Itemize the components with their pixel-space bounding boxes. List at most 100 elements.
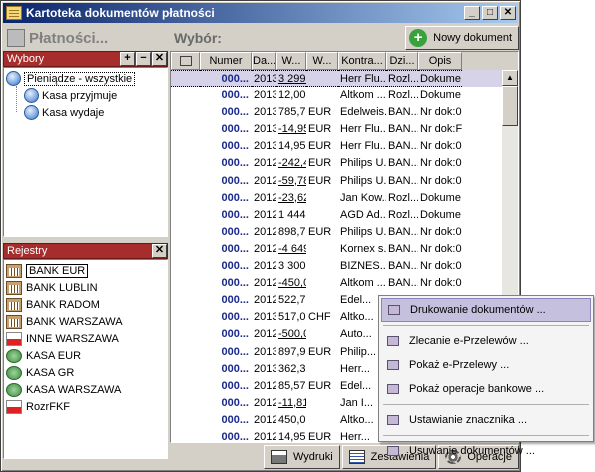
remove-choice-button[interactable]: − (136, 52, 151, 66)
register-item[interactable]: RozrFKF (6, 398, 165, 415)
register-item[interactable]: BANK WARSZAWA (6, 313, 165, 330)
table-cell: 85,57 (278, 379, 306, 392)
table-cell: Nr dok:0... (420, 106, 462, 119)
print-button[interactable]: Wydruki (264, 445, 340, 469)
menu-item-icon (388, 305, 400, 315)
context-menu-item[interactable]: Pokaż operacje bankowe ... (381, 377, 591, 401)
table-row[interactable]: 000... 2012...898,76EUR Philips U...BAN...… (171, 224, 518, 241)
register-item[interactable]: BANK RADOM (6, 296, 165, 313)
table-cell: 2012... (254, 225, 276, 238)
menu-item-icon (387, 446, 399, 456)
menu-item-label: Ustawianie znacznika ... (409, 414, 527, 426)
column-header[interactable]: W... (306, 52, 338, 70)
maximize-button[interactable]: □ (482, 6, 498, 20)
table-cell: EUR (308, 106, 332, 119)
context-menu-item[interactable]: Pokaż e-Przelewy ... (381, 353, 591, 377)
table-cell: Rozl... (388, 191, 418, 204)
register-item[interactable]: INNE WARSZAWA (6, 330, 165, 347)
table-cell: 000... (221, 311, 249, 324)
register-label: KASA EUR (26, 349, 82, 362)
table-row[interactable]: 000... 2012...3 300,0 BIZNES...BAN...Nr do… (171, 258, 518, 275)
close-choices-button[interactable]: ✕ (152, 52, 167, 66)
table-row[interactable]: 000... 2012...1 444,2 AGD Ad...Rozl...Doku… (171, 207, 518, 224)
context-menu-item[interactable]: Usuwanie dokumentów ... (381, 439, 591, 463)
context-menu-item[interactable]: Ustawianie znacznika ... (381, 408, 591, 432)
title-bar[interactable]: Kartoteka dokumentów płatności _ □ ✕ (3, 3, 518, 23)
register-item[interactable]: BANK EUR (6, 262, 165, 279)
table-row[interactable]: 000... 2013...-14,95EUR Herr Flu...BAN...N… (171, 121, 518, 138)
column-header[interactable]: Numer (200, 52, 252, 70)
tree-item-root[interactable]: Pieniądze - wszystkie (6, 70, 165, 87)
register-item[interactable]: KASA EUR (6, 347, 165, 364)
registers-bar: Rejestry ✕ (3, 243, 168, 259)
table-cell: 000... (221, 379, 249, 392)
register-item[interactable]: KASA WARSZAWA (6, 381, 165, 398)
bank-icon (6, 263, 22, 278)
column-header[interactable]: Kontra... (338, 52, 386, 70)
table-cell: 000... (221, 225, 249, 238)
menu-item-icon (387, 415, 399, 425)
add-choice-button[interactable]: + (120, 52, 135, 66)
table-cell (306, 241, 338, 258)
close-registers-button[interactable]: ✕ (152, 244, 167, 258)
table-row[interactable]: 000...2013...3 299,9 Herr Flu...Rozl...Do… (171, 70, 518, 88)
table-cell: 000... (221, 362, 249, 375)
row-marker (171, 104, 200, 121)
table-cell: BAN... (388, 140, 418, 153)
tree-item-kasa-przyjmuje[interactable]: Kasa przyjmuje (6, 87, 165, 104)
table-cell: Philips U... (340, 225, 386, 238)
printer-icon (271, 450, 288, 464)
tree-item-kasa-wydaje[interactable]: Kasa wydaje (6, 104, 165, 121)
table-cell: -23,62 (278, 191, 306, 204)
row-marker (171, 309, 200, 326)
table-cell: 000... (221, 260, 249, 273)
cash-icon (6, 382, 22, 397)
scroll-up-icon[interactable]: ▲ (502, 70, 518, 86)
register-label: INNE WARSZAWA (26, 332, 119, 345)
table-row[interactable]: 000... 2012...-242,49EUR Philips U...BAN..… (171, 155, 518, 172)
column-header[interactable]: Dzi... (386, 52, 418, 70)
table-row[interactable]: 000... 2012...-59,78EUR Philips U...BAN...… (171, 173, 518, 190)
table-cell: BAN... (388, 157, 418, 170)
table-cell: EUR (308, 157, 332, 170)
table-cell (306, 87, 338, 104)
register-item[interactable]: BANK LUBLIN (6, 279, 165, 296)
row-marker (171, 258, 200, 275)
table-cell: Jan Kow... (340, 191, 386, 204)
select-all-checkbox[interactable] (171, 52, 200, 70)
table-cell: 2012... (254, 242, 276, 255)
table-cell: 362,30 (278, 362, 306, 375)
table-row[interactable]: 000... 2012...-23,62 Jan Kow...Rozl...Doku… (171, 190, 518, 207)
context-menu-item[interactable]: Drukowanie dokumentów ... (381, 298, 591, 322)
row-marker (171, 361, 200, 378)
context-menu-item[interactable]: Zlecanie e-Przelewów ... (381, 329, 591, 353)
people-icon (24, 105, 39, 120)
table-cell: Nr dok:0... (420, 140, 462, 153)
register-item[interactable]: KASA GR (6, 364, 165, 381)
table-row[interactable]: 000... 2013...14,95EUR Herr Flu...BAN...Nr… (171, 138, 518, 155)
table-row[interactable]: 000... 2013...12,00 Altkom ...Rozl...Dokum… (171, 87, 518, 104)
column-header[interactable]: Opis (418, 52, 462, 70)
table-cell: Philips U... (340, 174, 386, 187)
register-label: BANK WARSZAWA (26, 315, 123, 328)
table-row[interactable]: 000... 2012...-4 649, Kornex s...BAN...Nr … (171, 241, 518, 258)
column-header[interactable]: Da... (252, 52, 276, 70)
table-cell: Herr Flu... (338, 70, 386, 88)
scroll-thumb[interactable] (502, 86, 518, 126)
table-cell: BAN... (388, 242, 418, 255)
row-marker (171, 412, 200, 429)
flag-icon (6, 331, 22, 346)
table-cell: EUR (308, 345, 332, 358)
table-cell: BAN... (388, 174, 418, 187)
column-header[interactable]: W... (276, 52, 306, 70)
table-row[interactable]: 000... 2012...-450,00 Altkom ...BAN...Nr d… (171, 275, 518, 292)
table-row[interactable]: 000... 2013...785,70EUR Edelweis...BAN...N… (171, 104, 518, 121)
table-cell: 522,73 (278, 294, 306, 307)
new-document-button[interactable]: + Nowy dokument (405, 26, 519, 50)
table-cell: BIZNES... (340, 260, 386, 273)
register-label: BANK RADOM (26, 298, 100, 311)
minimize-button[interactable]: _ (464, 6, 480, 20)
menu-separator (383, 435, 589, 436)
close-button[interactable]: ✕ (500, 6, 516, 20)
register-label: RozrFKF (26, 400, 70, 413)
